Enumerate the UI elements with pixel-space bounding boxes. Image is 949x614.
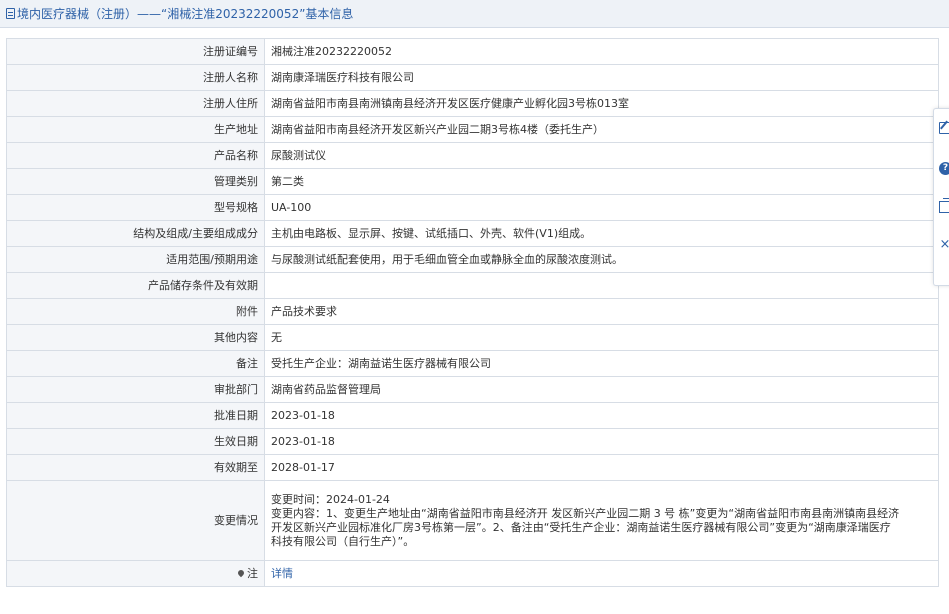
field-label: 变更情况: [6, 480, 265, 561]
change-details: 变更时间：2024-01-24 变更内容：1、变更生产地址由“湖南省益阳市南县经…: [264, 480, 939, 561]
change-row: 变更情况 变更时间：2024-01-24 变更内容：1、变更生产地址由“湖南省益…: [6, 480, 939, 561]
field-value: 湘械注准20232220052: [264, 38, 939, 65]
field-label: 注册人住所: [6, 90, 265, 117]
change-time: 变更时间：2024-01-24: [271, 492, 390, 506]
table-row: 审批部门 湖南省药品监督管理局: [6, 376, 939, 403]
field-label: 备注: [6, 350, 265, 377]
detail-link[interactable]: 详情: [271, 567, 293, 580]
info-table: 注册证编号 湘械注准20232220052 注册人名称 湖南康泽瑞医疗科技有限公…: [6, 38, 939, 587]
field-label: 管理类别: [6, 168, 265, 195]
table-row: 生效日期 2023-01-18: [6, 428, 939, 455]
edit-icon[interactable]: [939, 122, 949, 134]
field-label: 结构及组成/主要组成成分: [6, 220, 265, 247]
pin-icon: [236, 568, 246, 577]
field-value: 尿酸测试仪: [264, 142, 939, 169]
field-label: 批准日期: [6, 402, 265, 429]
change-content-line: 开发区新兴产业园标准化厂房3号栋第一层”。2、备注由“受托生产企业：湖南益诺生医…: [271, 520, 891, 534]
table-row: 批准日期 2023-01-18: [6, 402, 939, 429]
table-row: 其他内容 无: [6, 324, 939, 351]
field-label: 附件: [6, 298, 265, 325]
field-value: 湖南康泽瑞医疗科技有限公司: [264, 64, 939, 91]
field-label: 产品名称: [6, 142, 265, 169]
field-label: 产品储存条件及有效期: [6, 272, 265, 299]
field-value: 与尿酸测试纸配套使用，用于毛细血管全血或静脉全血的尿酸浓度测试。: [264, 246, 939, 273]
field-value: 主机由电路板、显示屏、按键、试纸插口、外壳、软件(V1)组成。: [264, 220, 939, 247]
field-value: 受托生产企业：湖南益诺生医疗器械有限公司: [264, 350, 939, 377]
change-content-line: 变更内容：1、变更生产地址由“湖南省益阳市南县经济开 发区新兴产业园二期 3 号…: [271, 506, 900, 520]
table-row: 注册人住所 湖南省益阳市南县南洲镇南县经济开发区医疗健康产业孵化园3号栋013室: [6, 90, 939, 117]
help-icon[interactable]: ?: [939, 162, 949, 175]
field-value: UA-100: [264, 194, 939, 221]
table-row: 结构及组成/主要组成成分 主机由电路板、显示屏、按键、试纸插口、外壳、软件(V1…: [6, 220, 939, 247]
table-row: 附件 产品技术要求: [6, 298, 939, 325]
document-icon: [6, 8, 15, 19]
field-value: 湖南省益阳市南县南洲镇南县经济开发区医疗健康产业孵化园3号栋013室: [264, 90, 939, 117]
field-label: 适用范围/预期用途: [6, 246, 265, 273]
page-title: 境内医疗器械（注册）——“湘械注准20232220052”基本信息: [17, 7, 354, 21]
table-row: 产品名称 尿酸测试仪: [6, 142, 939, 169]
note-value: 详情: [264, 560, 939, 587]
field-label: 有效期至: [6, 454, 265, 481]
side-toolbar: ? ×: [933, 108, 949, 286]
page-header: 境内医疗器械（注册）——“湘械注准20232220052”基本信息: [0, 0, 949, 28]
note-label: 注: [6, 560, 265, 587]
table-row: 产品储存条件及有效期: [6, 272, 939, 299]
note-label-text: 注: [247, 566, 258, 580]
table-row: 备注 受托生产企业：湖南益诺生医疗器械有限公司: [6, 350, 939, 377]
change-content-line: 科技有限公司（自行生产）”。: [271, 534, 415, 548]
close-icon[interactable]: ×: [939, 238, 949, 251]
field-label: 型号规格: [6, 194, 265, 221]
field-value: 第二类: [264, 168, 939, 195]
field-label: 其他内容: [6, 324, 265, 351]
table-row: 有效期至 2028-01-17: [6, 454, 939, 481]
field-value: 湖南省药品监督管理局: [264, 376, 939, 403]
table-row: 管理类别 第二类: [6, 168, 939, 195]
table-row: 注册人名称 湖南康泽瑞医疗科技有限公司: [6, 64, 939, 91]
table-row: 型号规格 UA-100: [6, 194, 939, 221]
field-value: 2028-01-17: [264, 454, 939, 481]
field-value: 产品技术要求: [264, 298, 939, 325]
field-label: 注册人名称: [6, 64, 265, 91]
field-value: 2023-01-18: [264, 428, 939, 455]
field-value: 2023-01-18: [264, 402, 939, 429]
note-row: 注 详情: [6, 560, 939, 587]
field-label: 审批部门: [6, 376, 265, 403]
table-row: 生产地址 湖南省益阳市南县经济开发区新兴产业园二期3号栋4楼（委托生产）: [6, 116, 939, 143]
field-value: 湖南省益阳市南县经济开发区新兴产业园二期3号栋4楼（委托生产）: [264, 116, 939, 143]
field-label: 生产地址: [6, 116, 265, 143]
field-label: 生效日期: [6, 428, 265, 455]
field-label: 注册证编号: [6, 38, 265, 65]
field-value: [264, 272, 939, 299]
copy-icon[interactable]: [939, 198, 949, 213]
table-row: 适用范围/预期用途 与尿酸测试纸配套使用，用于毛细血管全血或静脉全血的尿酸浓度测…: [6, 246, 939, 273]
field-value: 无: [264, 324, 939, 351]
table-row: 注册证编号 湘械注准20232220052: [6, 38, 939, 65]
